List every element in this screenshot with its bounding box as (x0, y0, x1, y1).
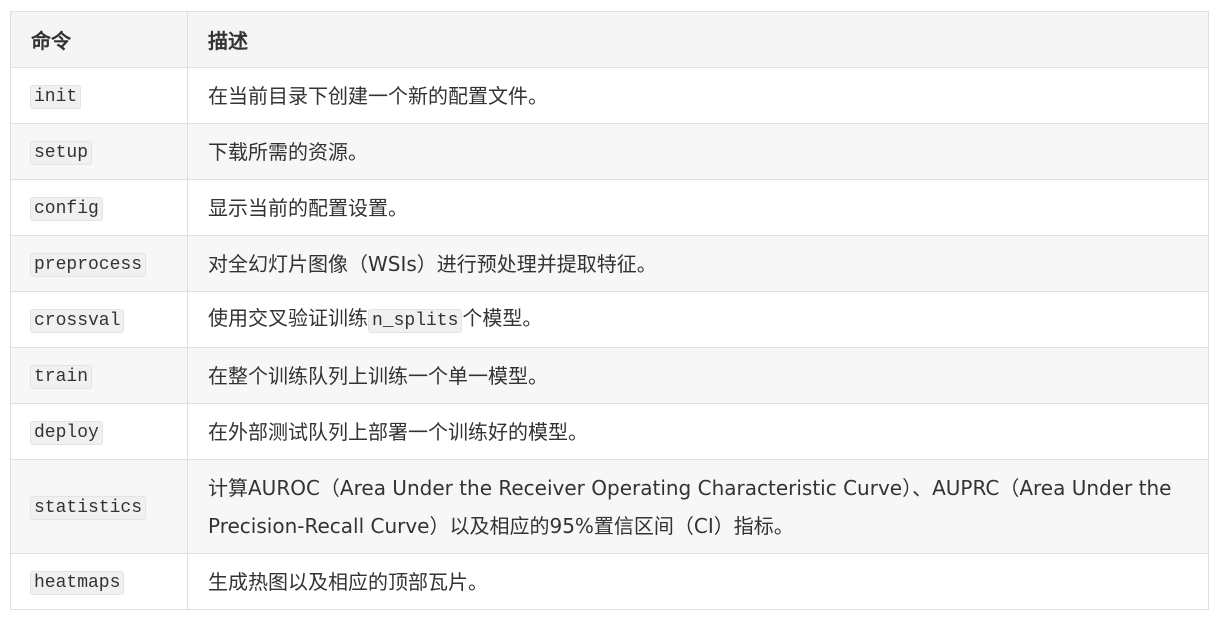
table-row: init 在当前目录下创建一个新的配置文件。 (10, 67, 1209, 124)
description-cell: 对全幻灯片图像（WSIs）进行预处理并提取特征。 (187, 235, 1209, 292)
command-code: setup (30, 141, 93, 165)
description-cell: 下载所需的资源。 (187, 123, 1209, 180)
description-text: 个模型。 (462, 306, 543, 330)
description-cell: 在整个训练队列上训练一个单一模型。 (187, 347, 1209, 404)
description-cell: 显示当前的配置设置。 (187, 179, 1209, 236)
command-cell: crossval (10, 291, 188, 348)
table-header-row: 命令 描述 (10, 11, 1209, 68)
command-code: init (30, 85, 82, 109)
table-row: deploy 在外部测试队列上部署一个训练好的模型。 (10, 403, 1209, 460)
command-code: heatmaps (30, 571, 125, 595)
table-row: config 显示当前的配置设置。 (10, 179, 1209, 236)
description-cell: 在外部测试队列上部署一个训练好的模型。 (187, 403, 1209, 460)
command-code: train (30, 365, 93, 389)
command-code: preprocess (30, 253, 147, 277)
description-cell: 在当前目录下创建一个新的配置文件。 (187, 67, 1209, 124)
command-code: statistics (30, 496, 147, 520)
command-cell: preprocess (10, 235, 188, 292)
command-cell: deploy (10, 403, 188, 460)
description-text: 使用交叉验证训练 (208, 306, 368, 330)
description-text: 在外部测试队列上部署一个训练好的模型。 (208, 419, 588, 444)
description-text: 下载所需的资源。 (208, 139, 368, 164)
description-text: 计算AUROC（Area Under the Receiver Operatin… (208, 475, 1172, 538)
description-cell: 计算AUROC（Area Under the Receiver Operatin… (187, 459, 1209, 554)
table-row: heatmaps 生成热图以及相应的顶部瓦片。 (10, 553, 1209, 610)
table-row: statistics 计算AUROC（Area Under the Receiv… (10, 459, 1209, 554)
header-description: 描述 (187, 11, 1209, 68)
command-cell: train (10, 347, 188, 404)
command-cell: statistics (10, 459, 188, 554)
command-code: crossval (30, 309, 125, 333)
command-code: deploy (30, 421, 103, 445)
description-text: 生成热图以及相应的顶部瓦片。 (208, 569, 488, 594)
table-row: setup 下载所需的资源。 (10, 123, 1209, 180)
description-text: 在整个训练队列上训练一个单一模型。 (208, 363, 548, 388)
description-text: 显示当前的配置设置。 (208, 195, 408, 220)
command-code: config (30, 197, 103, 221)
commands-table: 命令 描述 init 在当前目录下创建一个新的配置文件。 setup 下载所需的… (10, 11, 1209, 610)
table-row: crossval 使用交叉验证训练 n_splits 个模型。 (10, 291, 1209, 348)
inline-code: n_splits (368, 309, 463, 333)
table-row: train 在整个训练队列上训练一个单一模型。 (10, 347, 1209, 404)
description-text: 在当前目录下创建一个新的配置文件。 (208, 83, 548, 108)
table-row: preprocess 对全幻灯片图像（WSIs）进行预处理并提取特征。 (10, 235, 1209, 292)
command-cell: init (10, 67, 188, 124)
description-cell: 使用交叉验证训练 n_splits 个模型。 (187, 291, 1209, 348)
description-cell: 生成热图以及相应的顶部瓦片。 (187, 553, 1209, 610)
description-text: 对全幻灯片图像（WSIs）进行预处理并提取特征。 (208, 251, 657, 276)
command-cell: config (10, 179, 188, 236)
command-cell: setup (10, 123, 188, 180)
command-cell: heatmaps (10, 553, 188, 610)
header-command: 命令 (10, 11, 188, 68)
